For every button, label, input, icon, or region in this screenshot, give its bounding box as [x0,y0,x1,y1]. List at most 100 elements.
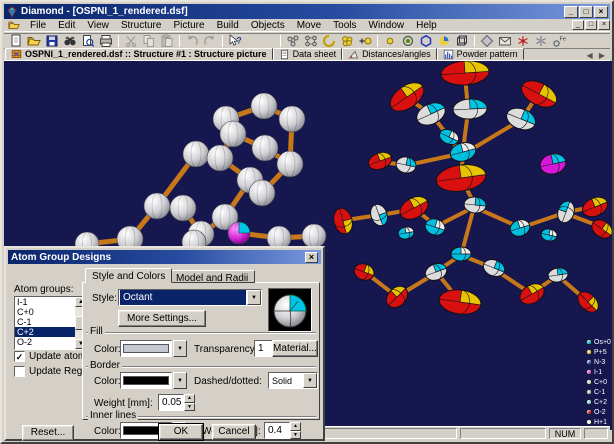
atom-group-item-c+2[interactable]: C+2 [15,327,75,337]
legend-item[interactable]: C-1 [586,387,614,397]
reset-button[interactable]: Reset... [22,425,74,441]
checkbox-check-icon[interactable]: ✓ [14,351,25,362]
app-icon [6,6,18,18]
polyhedron-design-icon[interactable] [478,34,496,49]
legend-item[interactable]: H+1 [586,417,614,427]
help-icon[interactable]: ? [226,34,244,49]
more-settings-button[interactable]: More Settings... [118,310,206,327]
inner-weight-field[interactable]: 0.4 [264,422,290,439]
create-molecules-icon[interactable] [284,34,302,49]
update-atoms-checkbox[interactable]: ✓ Update atoms [14,351,91,362]
dialog-close-icon[interactable]: × [305,252,318,263]
fill-color-dropdown-icon[interactable]: ▼ [173,340,187,357]
molecule-style-icon[interactable] [514,34,532,49]
polyhedra-icon[interactable] [320,34,338,49]
inner-lines-group-label: Inner lines [88,410,138,421]
undo-icon [183,34,201,49]
material-button[interactable]: Material... [272,340,318,357]
atom-label-icon[interactable]: Fe [550,34,568,49]
legend-item[interactable]: O-2 [586,407,614,417]
packing-icon[interactable] [302,34,320,49]
sphere-style-icon[interactable] [435,34,453,49]
atom-group-item-c-1[interactable]: C-1 [15,317,75,327]
menu-view[interactable]: View [81,20,115,31]
ok-button[interactable]: OK [159,424,203,440]
menu-edit[interactable]: Edit [52,20,81,31]
dialog-title-bar[interactable]: Atom Group Designs × [8,250,321,264]
mdi-close-button[interactable]: × [598,20,610,30]
atom-group-item-o-2[interactable]: O-2 [15,337,75,347]
window-title: Diamond - [OSPNI_1_rendered.dsf] [21,6,188,17]
print-icon[interactable] [97,34,115,49]
tab-style-and-colors[interactable]: Style and Colors [85,268,172,283]
atom-groups-listbox[interactable]: I-1C+0C-1C+2O-2 ▲ ▼ [14,296,88,350]
document-tab-bar: OSPNI_1_rendered.dsf :: Structure #1 : S… [4,49,610,61]
mdi-restore-button[interactable]: □ [585,20,597,30]
chevron-down-icon[interactable]: ▼ [247,290,261,305]
tab-data-sheet[interactable]: Data sheet [273,48,343,60]
fill-color-swatch[interactable] [120,340,172,357]
cancel-button[interactable]: Cancel [212,424,256,440]
inner-weight-spinner[interactable]: ▲▼ [290,422,301,439]
legend-item[interactable]: Os+0 [586,337,614,347]
atom-group-item-c+0[interactable]: C+0 [15,307,75,317]
new-icon[interactable] [7,34,25,49]
ring-icon[interactable] [417,34,435,49]
title-bar[interactable]: Diamond - [OSPNI_1_rendered.dsf] _ □ × [4,4,610,19]
menu-objects[interactable]: Objects [245,20,291,31]
find-icon[interactable] [61,34,79,49]
minimize-button[interactable]: _ [564,6,578,18]
menu-tools[interactable]: Tools [327,20,362,31]
border-weight-spinner[interactable]: ▲▼ [184,394,195,411]
angle-icon [348,49,359,60]
chevron-down-icon[interactable]: ▼ [303,373,317,388]
tab-scroll-arrows[interactable]: ◀ ▶ [586,51,610,60]
atom-environment-icon[interactable] [399,34,417,49]
legend-item[interactable]: C+0 [586,377,614,387]
legend-item[interactable]: C+2 [586,397,614,407]
atom-group-designs-dialog: Atom Group Designs × Atom groups: I-1C+0… [4,246,325,441]
open-icon[interactable] [25,34,43,49]
svg-text:?: ? [236,36,242,46]
border-color-dropdown-icon[interactable]: ▼ [173,372,187,389]
checkbox-empty-icon[interactable] [14,366,25,377]
mdi-minimize-button[interactable]: _ [572,20,584,30]
menu-picture[interactable]: Picture [167,20,210,31]
save-icon[interactable] [43,34,61,49]
add-atom-icon[interactable] [356,34,374,49]
tab-powder-pattern[interactable]: Powder pattern [437,48,524,60]
menu-structure[interactable]: Structure [115,20,168,31]
menu-build[interactable]: Build [211,20,245,31]
atom-group-item-i-1[interactable]: I-1 [15,297,75,307]
packing-design-icon[interactable] [496,34,514,49]
legend-item[interactable]: I-1 [586,367,614,377]
print-preview-icon[interactable] [79,34,97,49]
style-combobox[interactable]: Octant ▼ [118,289,262,306]
tab-model-and-radii[interactable]: Model and Radii [169,270,255,283]
fill-cell-icon[interactable] [338,34,356,49]
atom-design-icon[interactable] [381,34,399,49]
transparency-label: Transparency: [194,344,258,355]
border-color-swatch[interactable] [120,372,172,389]
menu-move[interactable]: Move [291,20,327,31]
border-weight-label: Weight [mm]: [94,398,153,409]
unit-cell-icon[interactable] [453,34,471,49]
dialog-title: Atom Group Designs [11,252,111,263]
style-preview [268,288,312,332]
menu-window[interactable]: Window [363,20,411,31]
color-swatch [123,344,169,353]
maximize-button[interactable]: □ [579,6,593,18]
molecule2-style-icon[interactable] [532,34,550,49]
menu-help[interactable]: Help [410,20,443,31]
legend-item[interactable]: N-3 [586,357,614,367]
dashed-dotted-combobox[interactable]: Solid ▼ [268,372,318,389]
close-button[interactable]: × [594,6,608,18]
legend-item[interactable]: P+5 [586,347,614,357]
fill-separator [86,332,316,334]
tab-structure-picture[interactable]: OSPNI_1_rendered.dsf :: Structure #1 : S… [5,48,273,60]
menu-file[interactable]: File [24,20,52,31]
tab-distances-angles[interactable]: Distances/angles [342,48,437,60]
menu-bar: FileEditViewStructurePictureBuildObjects… [4,19,610,32]
border-weight-field[interactable]: 0.05 [158,394,184,411]
svg-text:Fe: Fe [560,37,566,43]
